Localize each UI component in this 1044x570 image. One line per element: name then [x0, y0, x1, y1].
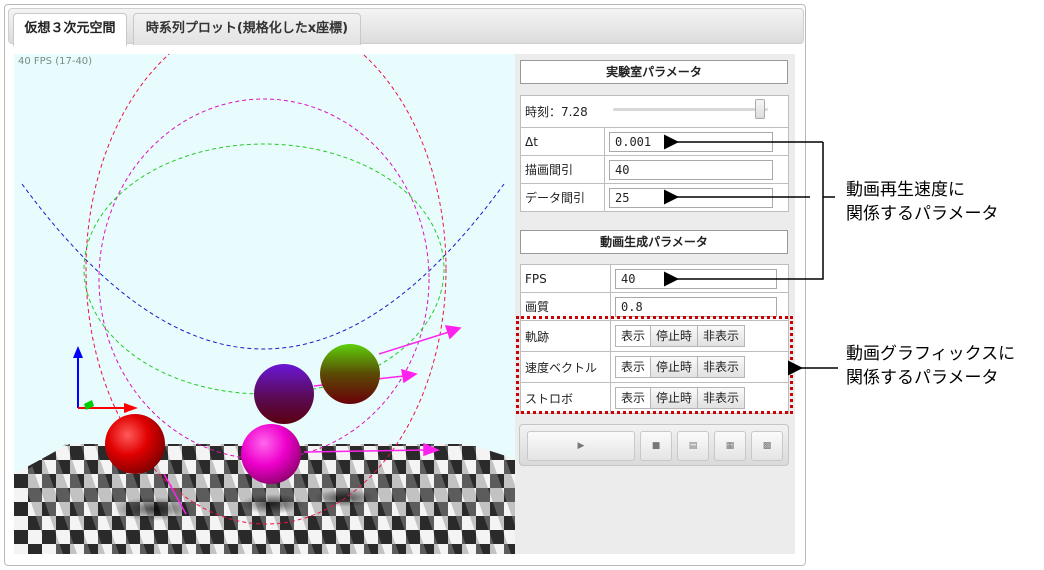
annotation-arrows [664, 134, 838, 376]
annotation-graphics: 動画グラフィックスに 関係するパラメータ [846, 342, 1015, 390]
annotation-speed-line1: 動画再生速度に [846, 180, 965, 200]
annotation-speed-line2: 関係するパラメータ [846, 204, 999, 224]
annotation-graphics-line1: 動画グラフィックスに [846, 344, 1016, 364]
annotation-graphics-line2: 関係するパラメータ [846, 368, 999, 388]
annotation-speed: 動画再生速度に 関係するパラメータ [846, 178, 999, 226]
